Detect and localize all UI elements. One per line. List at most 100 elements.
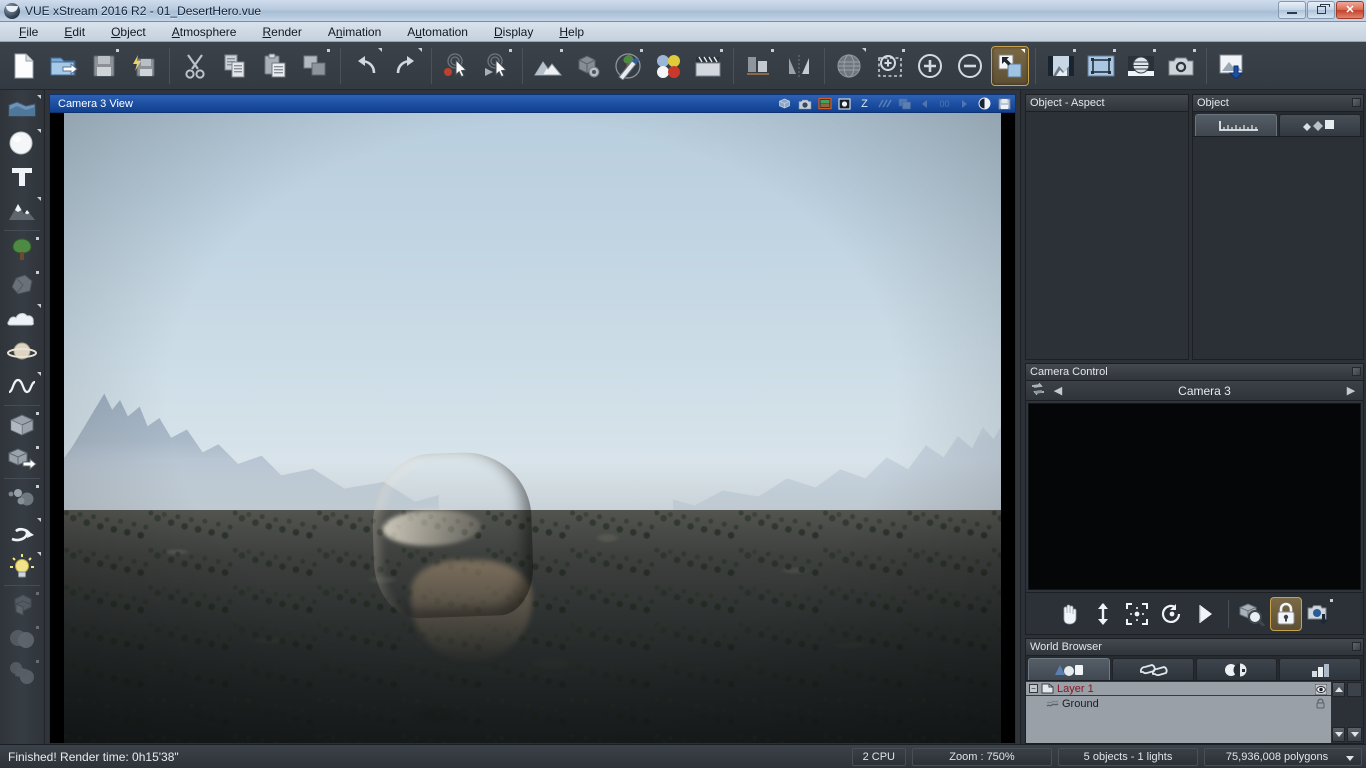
- light-icon[interactable]: [1, 549, 43, 583]
- object-panel-body[interactable]: [1193, 136, 1363, 359]
- resize-view-icon[interactable]: [991, 45, 1029, 86]
- previous-camera-button[interactable]: ◀: [1050, 384, 1066, 397]
- grid-icon[interactable]: [876, 96, 893, 111]
- menu-animation[interactable]: Animation: [315, 23, 394, 41]
- tab-object-links[interactable]: [1279, 114, 1361, 136]
- layer-row[interactable]: − Layer 1: [1026, 681, 1331, 696]
- cpu-count[interactable]: 2 CPU: [851, 747, 906, 766]
- world-browser-tree[interactable]: − Layer 1 Ground: [1026, 681, 1331, 743]
- water-plane-icon[interactable]: [1, 92, 43, 126]
- cloud-icon[interactable]: [1, 301, 43, 335]
- pager-down-button[interactable]: [1347, 727, 1362, 742]
- boolean-union-icon[interactable]: [1, 622, 43, 656]
- menu-display[interactable]: Display: [481, 23, 546, 41]
- zoom-camera-icon[interactable]: [1236, 597, 1268, 631]
- zoom-selection-icon[interactable]: [871, 46, 909, 86]
- pan-camera-icon[interactable]: [1053, 597, 1085, 631]
- camera-switch-icon[interactable]: [1030, 382, 1046, 399]
- menu-atmosphere[interactable]: Atmosphere: [159, 23, 250, 41]
- menu-automation[interactable]: Automation: [394, 23, 481, 41]
- export-render-icon[interactable]: [1213, 46, 1251, 86]
- world-browser-pager[interactable]: [1346, 681, 1363, 743]
- restore-button[interactable]: [1307, 1, 1335, 19]
- camera-render-icon[interactable]: [1162, 46, 1200, 86]
- eye-icon[interactable]: [1314, 683, 1328, 696]
- menu-help[interactable]: Help: [546, 23, 597, 41]
- sphere-icon[interactable]: [1, 126, 43, 160]
- view-cube-icon[interactable]: [776, 96, 793, 111]
- panel-resizer[interactable]: [1352, 367, 1361, 376]
- material-editor-icon[interactable]: [649, 46, 687, 86]
- object-row[interactable]: Ground: [1026, 696, 1331, 711]
- viewport-frame[interactable]: [49, 112, 1016, 744]
- panel-resizer[interactable]: [1352, 642, 1361, 651]
- duplicate-icon[interactable]: [296, 46, 334, 86]
- terrain-icon[interactable]: [1, 194, 43, 228]
- metablob-icon[interactable]: [1, 481, 43, 515]
- snapshot-camera-icon[interactable]: [1304, 597, 1336, 631]
- panel-resizer[interactable]: [1352, 98, 1361, 107]
- tab-object-numerics[interactable]: [1195, 114, 1277, 136]
- mirror-icon[interactable]: [780, 46, 818, 86]
- chevron-down-icon[interactable]: [1346, 755, 1354, 761]
- frame-counter[interactable]: 00: [936, 96, 953, 111]
- cut-icon[interactable]: [176, 46, 214, 86]
- planet-icon[interactable]: [1, 335, 43, 369]
- copy-icon[interactable]: [216, 46, 254, 86]
- save-all-icon[interactable]: [125, 46, 163, 86]
- contrast-icon[interactable]: [976, 96, 993, 111]
- render-dot-icon[interactable]: [836, 96, 853, 111]
- terrain-editor-icon[interactable]: [529, 46, 567, 86]
- tab-world-layers[interactable]: [1279, 658, 1361, 680]
- open-file-icon[interactable]: [45, 46, 83, 86]
- tab-world-materials[interactable]: [1195, 658, 1278, 680]
- animation-icon[interactable]: [689, 46, 727, 86]
- record-cursor-icon[interactable]: [438, 46, 476, 86]
- next-camera-button[interactable]: ▶: [1343, 384, 1359, 397]
- rotate-camera-icon[interactable]: [1155, 597, 1187, 631]
- zoom-in-icon[interactable]: [911, 46, 949, 86]
- text-icon[interactable]: [1, 160, 43, 194]
- rock-icon[interactable]: [1, 267, 43, 301]
- paste-icon[interactable]: [256, 46, 294, 86]
- zoom-out-icon[interactable]: [951, 46, 989, 86]
- tab-world-objects[interactable]: [1028, 658, 1110, 680]
- pager-top[interactable]: [1347, 682, 1362, 697]
- boolean-group-icon[interactable]: [1, 588, 43, 622]
- cube-icon[interactable]: [1, 408, 43, 442]
- play-cursor-icon[interactable]: [478, 46, 516, 86]
- close-button[interactable]: ✕: [1336, 1, 1364, 19]
- view-camera-icon[interactable]: [796, 96, 813, 111]
- redo-icon[interactable]: [387, 46, 425, 86]
- menu-edit[interactable]: Edit: [51, 23, 98, 41]
- minimize-button[interactable]: [1278, 1, 1306, 19]
- prev-frame-icon[interactable]: [916, 96, 933, 111]
- ecosystem-paint-icon[interactable]: [609, 46, 647, 86]
- vegetation-icon[interactable]: [1, 233, 43, 267]
- menu-file[interactable]: File: [6, 23, 51, 41]
- render-area-icon[interactable]: [1082, 46, 1120, 86]
- save-file-icon[interactable]: [85, 46, 123, 86]
- object-options-icon[interactable]: [569, 46, 607, 86]
- layers-icon[interactable]: [896, 96, 913, 111]
- object-aspect-body[interactable]: [1026, 112, 1188, 359]
- camera-preview[interactable]: [1028, 403, 1361, 590]
- world-browser-scrollbar[interactable]: [1331, 681, 1346, 743]
- import-object-icon[interactable]: [1, 442, 43, 476]
- align-icon[interactable]: [740, 46, 778, 86]
- center-camera-icon[interactable]: [1121, 597, 1153, 631]
- deform-icon[interactable]: [1, 515, 43, 549]
- display-mode-icon[interactable]: [816, 96, 833, 111]
- atmosphere-globe-icon[interactable]: [831, 46, 869, 86]
- banking-camera-icon[interactable]: [1189, 597, 1221, 631]
- new-file-icon[interactable]: [5, 46, 43, 86]
- save-render-icon[interactable]: [996, 96, 1013, 111]
- z-axis-label[interactable]: Z: [856, 96, 873, 111]
- tab-world-links[interactable]: [1111, 658, 1194, 680]
- scroll-up-button[interactable]: [1332, 682, 1345, 697]
- lock-camera-icon[interactable]: [1270, 596, 1302, 631]
- undo-icon[interactable]: [347, 46, 385, 86]
- zoom-level[interactable]: Zoom : 750%: [912, 747, 1052, 766]
- menu-object[interactable]: Object: [98, 23, 159, 41]
- scroll-down-button[interactable]: [1332, 727, 1345, 742]
